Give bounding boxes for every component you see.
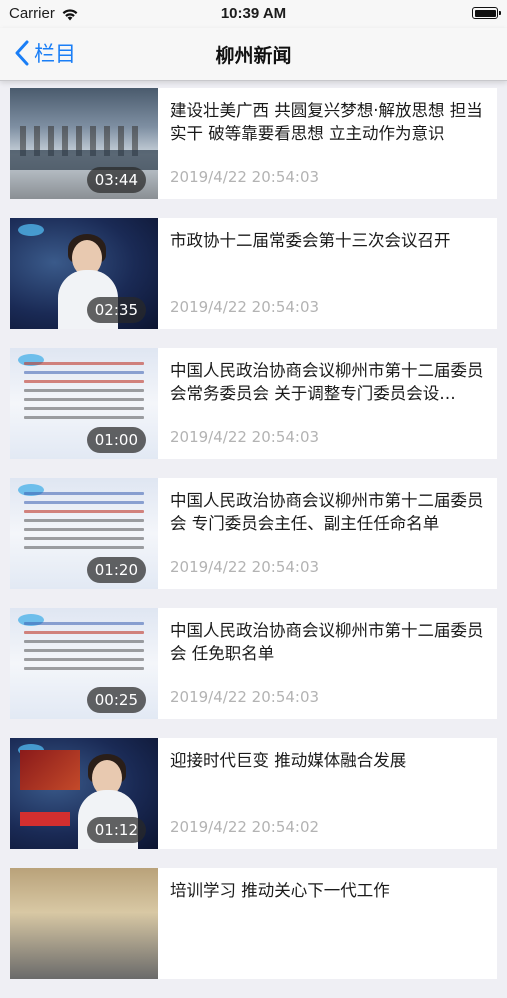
news-title: 培训学习 推动关心下一代工作: [170, 881, 390, 900]
news-title: 建设壮美广西 共圆复兴梦想·解放思想 担当实干 破等靠要看思想 立主动作为意识: [170, 101, 483, 143]
news-item[interactable]: 01:12 迎接时代巨变 推动媒体融合发展 2019/4/22 20:54:02: [10, 738, 497, 849]
news-title: 中国人民政治协商会议柳州市第十二届委员会 任免职名单: [170, 621, 484, 663]
navigation-bar: 栏目 柳州新闻: [0, 28, 507, 81]
video-duration: 01:12: [86, 817, 146, 843]
news-title: 中国人民政治协商会议柳州市第十二届委员会常务委员会 关于调整专门委员会设…: [170, 361, 484, 403]
news-timestamp: 2019/4/22 20:54:02: [170, 818, 320, 836]
news-item[interactable]: 00:25 中国人民政治协商会议柳州市第十二届委员会 任免职名单 2019/4/…: [10, 608, 497, 719]
news-timestamp: 2019/4/22 20:54:03: [170, 558, 320, 576]
news-timestamp: 2019/4/22 20:54:03: [170, 428, 320, 446]
video-duration: 00:25: [86, 687, 146, 713]
video-thumbnail[interactable]: 00:25: [10, 608, 158, 719]
news-title: 中国人民政治协商会议柳州市第十二届委员会 专门委员会主任、副主任任命名单: [170, 491, 484, 533]
video-thumbnail[interactable]: 03:44: [10, 88, 158, 199]
video-duration: 03:44: [86, 167, 146, 193]
video-thumbnail[interactable]: 01:00: [10, 348, 158, 459]
news-title: 迎接时代巨变 推动媒体融合发展: [170, 751, 407, 770]
news-item[interactable]: 培训学习 推动关心下一代工作: [10, 868, 497, 979]
battery-icon: [472, 7, 501, 19]
video-thumbnail[interactable]: 01:20: [10, 478, 158, 589]
video-duration: 01:20: [86, 557, 146, 583]
video-thumbnail[interactable]: [10, 868, 158, 979]
video-duration: 01:00: [86, 427, 146, 453]
news-title: 市政协十二届常委会第十三次会议召开: [170, 231, 451, 250]
news-item[interactable]: 01:20 中国人民政治协商会议柳州市第十二届委员会 专门委员会主任、副主任任命…: [10, 478, 497, 589]
page-title: 柳州新闻: [215, 45, 292, 67]
video-thumbnail[interactable]: 01:12: [10, 738, 158, 849]
news-item[interactable]: 02:35 市政协十二届常委会第十三次会议召开 2019/4/22 20:54:…: [10, 218, 497, 329]
news-timestamp: 2019/4/22 20:54:03: [170, 688, 320, 706]
news-timestamp: 2019/4/22 20:54:03: [170, 168, 320, 186]
news-item[interactable]: 01:00 中国人民政治协商会议柳州市第十二届委员会常务委员会 关于调整专门委员…: [10, 348, 497, 459]
status-bar: Carrier 10:39 AM: [0, 0, 507, 28]
news-list: 03:44 建设壮美广西 共圆复兴梦想·解放思想 担当实干 破等靠要看思想 立主…: [0, 88, 507, 998]
video-thumbnail[interactable]: 02:35: [10, 218, 158, 329]
news-timestamp: 2019/4/22 20:54:03: [170, 298, 320, 316]
clock: 10:39 AM: [220, 5, 287, 22]
news-item[interactable]: 03:44 建设壮美广西 共圆复兴梦想·解放思想 担当实干 破等靠要看思想 立主…: [10, 88, 497, 199]
video-duration: 02:35: [86, 297, 146, 323]
